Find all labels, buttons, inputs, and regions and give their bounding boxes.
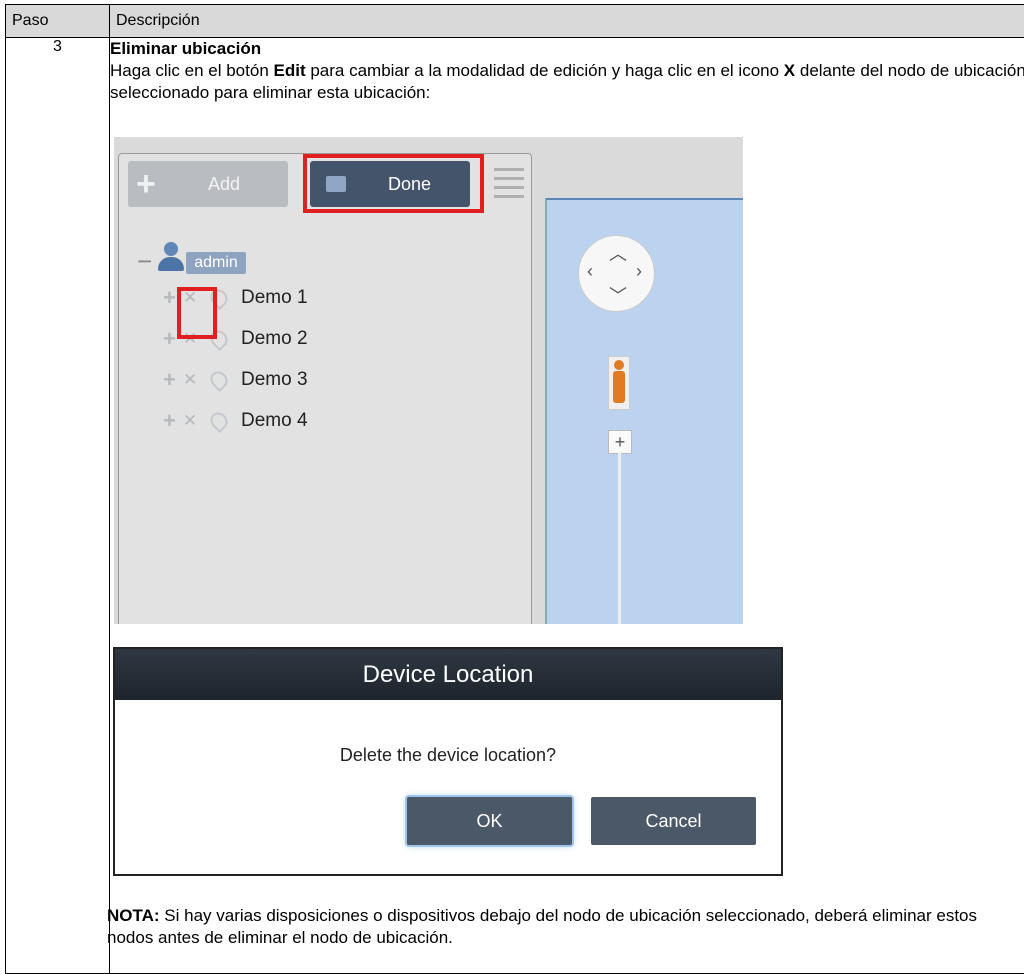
add-child-icon[interactable]: + bbox=[163, 408, 183, 434]
root-user-label: admin bbox=[186, 252, 246, 274]
delete-confirm-dialog: Device Location Delete the device locati… bbox=[113, 647, 783, 876]
dialog-message: Delete the device location? bbox=[339, 745, 557, 765]
zoom-in-button[interactable]: + bbox=[608, 430, 632, 454]
tree-node-demo3[interactable]: + ✕ Demo 3 bbox=[163, 365, 308, 395]
instr-x-bold: X bbox=[783, 61, 796, 80]
tree-node-demo4[interactable]: + ✕ Demo 4 bbox=[163, 406, 308, 436]
add-button-label: Add bbox=[208, 173, 241, 194]
tree-node-label: Demo 1 bbox=[241, 287, 308, 308]
note-text: Si hay varias disposiciones o dispositiv… bbox=[107, 906, 977, 947]
instr-edit-bold: Edit bbox=[273, 61, 306, 80]
plus-icon: + bbox=[136, 165, 156, 203]
dialog-title: Device Location bbox=[115, 649, 781, 700]
delete-icon[interactable]: ✕ bbox=[183, 411, 205, 431]
tree-panel: + Add Done − admin + ✕ Demo 1 + ✕ Demo 2… bbox=[118, 153, 532, 624]
pan-right-icon[interactable]: › bbox=[636, 261, 642, 282]
header-row: Paso Descripción bbox=[5, 4, 1024, 38]
pan-left-icon[interactable]: ‹ bbox=[587, 261, 593, 282]
delete-icon[interactable]: ✕ bbox=[183, 370, 205, 390]
done-highlight-box bbox=[303, 154, 484, 213]
street-view-pegman-icon[interactable] bbox=[608, 356, 630, 410]
collapse-icon[interactable]: − bbox=[137, 248, 152, 274]
tree-node-label: Demo 3 bbox=[241, 369, 308, 390]
header-paso: Paso bbox=[5, 4, 110, 38]
step-number: 3 bbox=[5, 37, 110, 974]
note-label: NOTA: bbox=[107, 906, 160, 925]
tree-root-node[interactable]: − admin bbox=[137, 234, 246, 274]
location-pin-icon bbox=[206, 367, 232, 393]
instr-text-1: Haga clic en el botón bbox=[110, 61, 274, 80]
header-descripcion: Descripción bbox=[109, 4, 1024, 38]
user-icon bbox=[156, 242, 188, 274]
tree-node-label: Demo 4 bbox=[241, 410, 308, 431]
menu-icon[interactable] bbox=[494, 168, 524, 204]
tree-node-label: Demo 2 bbox=[241, 328, 308, 349]
ok-button[interactable]: OK bbox=[407, 797, 572, 845]
location-tree-screenshot: + Add Done − admin + ✕ Demo 1 + ✕ Demo 2… bbox=[114, 137, 743, 624]
step-instructions: Haga clic en el botón Edit para cambiar … bbox=[110, 60, 1024, 104]
step-title: Eliminar ubicación bbox=[110, 39, 262, 58]
location-pin-icon bbox=[206, 408, 232, 434]
pan-up-icon[interactable]: ︿ bbox=[609, 240, 627, 266]
add-button[interactable]: + Add bbox=[128, 161, 288, 207]
pan-down-icon[interactable]: ﹀ bbox=[609, 282, 627, 308]
pan-control[interactable]: ︿ ‹ › ﹀ bbox=[578, 235, 655, 312]
zoom-slider-track[interactable] bbox=[618, 453, 621, 624]
add-child-icon[interactable]: + bbox=[163, 367, 183, 393]
note-paragraph: NOTA: Si hay varias disposiciones o disp… bbox=[107, 905, 1022, 949]
instr-text-2: para cambiar a la modalidad de edición y… bbox=[305, 61, 784, 80]
delete-icon-highlight-box bbox=[177, 287, 217, 339]
cancel-button[interactable]: Cancel bbox=[591, 797, 756, 845]
